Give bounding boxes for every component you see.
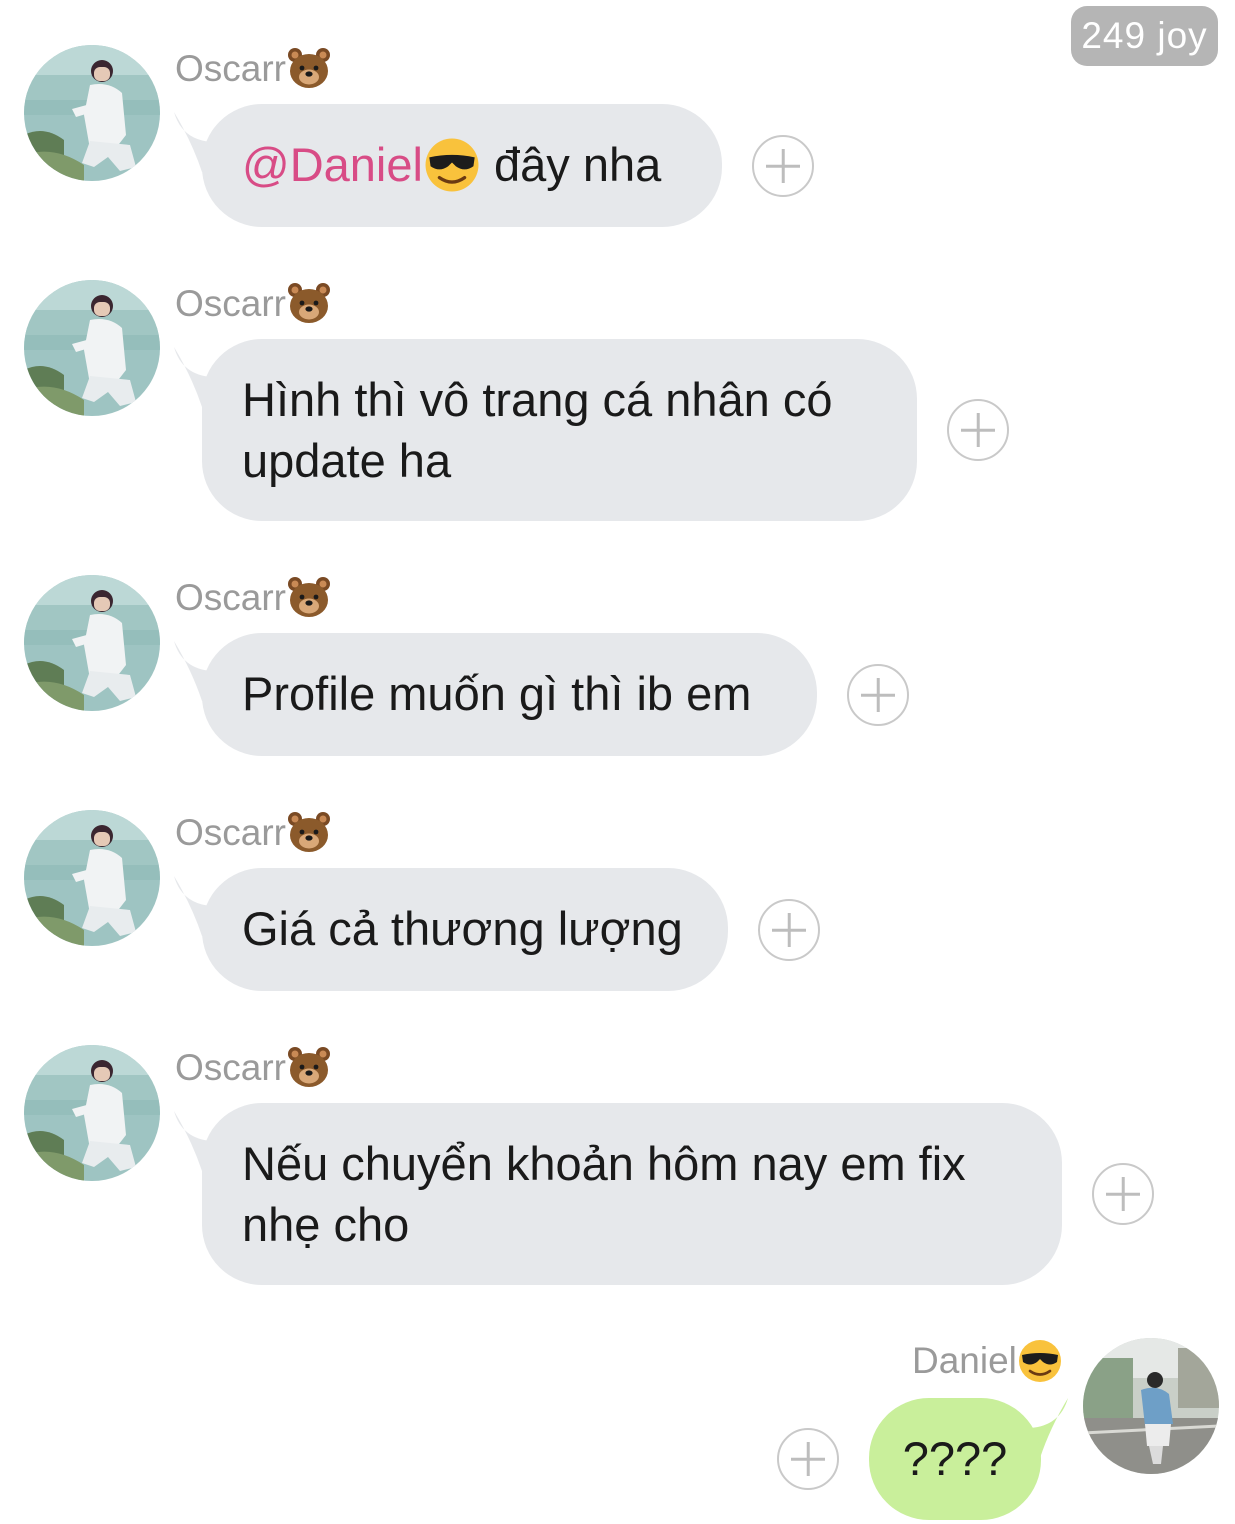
sender-avatar[interactable] [24, 280, 160, 416]
message-bubble[interactable]: Profile muốn gì thì ib em [202, 633, 817, 756]
my-avatar[interactable] [1083, 1338, 1219, 1474]
bear-emoji-icon [288, 48, 330, 88]
message-text: Giá cả thương lượng [242, 902, 683, 955]
bear-emoji-icon [288, 1047, 330, 1087]
sender-name-text: Oscarr [175, 1047, 286, 1088]
message-line: Hình thì vô trang cá nhân có [242, 373, 833, 426]
sender-name: Oscarr [175, 575, 332, 621]
mention-link[interactable]: @Daniel [242, 134, 423, 195]
message-line: nhẹ cho [242, 1198, 410, 1251]
bear-emoji-icon [288, 812, 330, 852]
sender-name: Oscarr [175, 46, 332, 92]
sender-name-text: Daniel [912, 1340, 1017, 1381]
message-body: đây nha [480, 138, 662, 191]
avatar-photo [24, 280, 160, 416]
sender-avatar[interactable] [24, 810, 160, 946]
add-reaction-button[interactable] [947, 399, 1009, 461]
bear-emoji-icon [288, 577, 330, 617]
message-bubble[interactable]: Giá cả thương lượng [202, 868, 728, 991]
message-line: update ha [242, 434, 452, 487]
message-text: ???? [902, 1432, 1008, 1485]
avatar-photo [24, 575, 160, 711]
add-reaction-button[interactable] [847, 664, 909, 726]
message-text: @Daniel đây nha [242, 134, 682, 195]
sender-name-text: Oscarr [175, 577, 286, 618]
add-reaction-button[interactable] [758, 899, 820, 961]
sender-name: Oscarr [175, 1045, 332, 1091]
avatar-photo [24, 45, 160, 181]
avatar-photo [24, 810, 160, 946]
avatar-photo [1083, 1338, 1219, 1474]
sender-name: Oscarr [175, 810, 332, 856]
sender-name-text: Oscarr [175, 812, 286, 853]
add-reaction-button[interactable] [752, 135, 814, 197]
sender-name-text: Oscarr [175, 48, 286, 89]
sender-name: Oscarr [175, 281, 332, 327]
message-line: Nếu chuyển khoản hôm nay em fix [242, 1137, 966, 1190]
avatar-photo [24, 1045, 160, 1181]
sender-name-text: Oscarr [175, 283, 286, 324]
sender-avatar[interactable] [24, 45, 160, 181]
add-reaction-button[interactable] [1092, 1163, 1154, 1225]
message-bubble[interactable]: Hình thì vô trang cá nhân có update ha [202, 339, 917, 521]
chat-screen: 249 joy Oscarr @Daniel đây nha Oscarr Hì… [0, 0, 1235, 1524]
message-bubble[interactable]: Nếu chuyển khoản hôm nay em fix nhẹ cho [202, 1103, 1062, 1285]
my-sender-name: Daniel [912, 1338, 1063, 1384]
add-reaction-button[interactable] [777, 1428, 839, 1490]
sender-avatar[interactable] [24, 575, 160, 711]
bear-emoji-icon [288, 283, 330, 323]
sunglasses-emoji-icon [1017, 1338, 1063, 1384]
message-count-badge: 249 joy [1071, 6, 1218, 66]
message-text: Profile muốn gì thì ib em [242, 667, 752, 720]
sunglasses-emoji-icon [423, 136, 481, 193]
my-message-bubble[interactable]: ???? [869, 1398, 1041, 1520]
message-bubble[interactable]: @Daniel đây nha [202, 104, 722, 227]
sender-avatar[interactable] [24, 1045, 160, 1181]
